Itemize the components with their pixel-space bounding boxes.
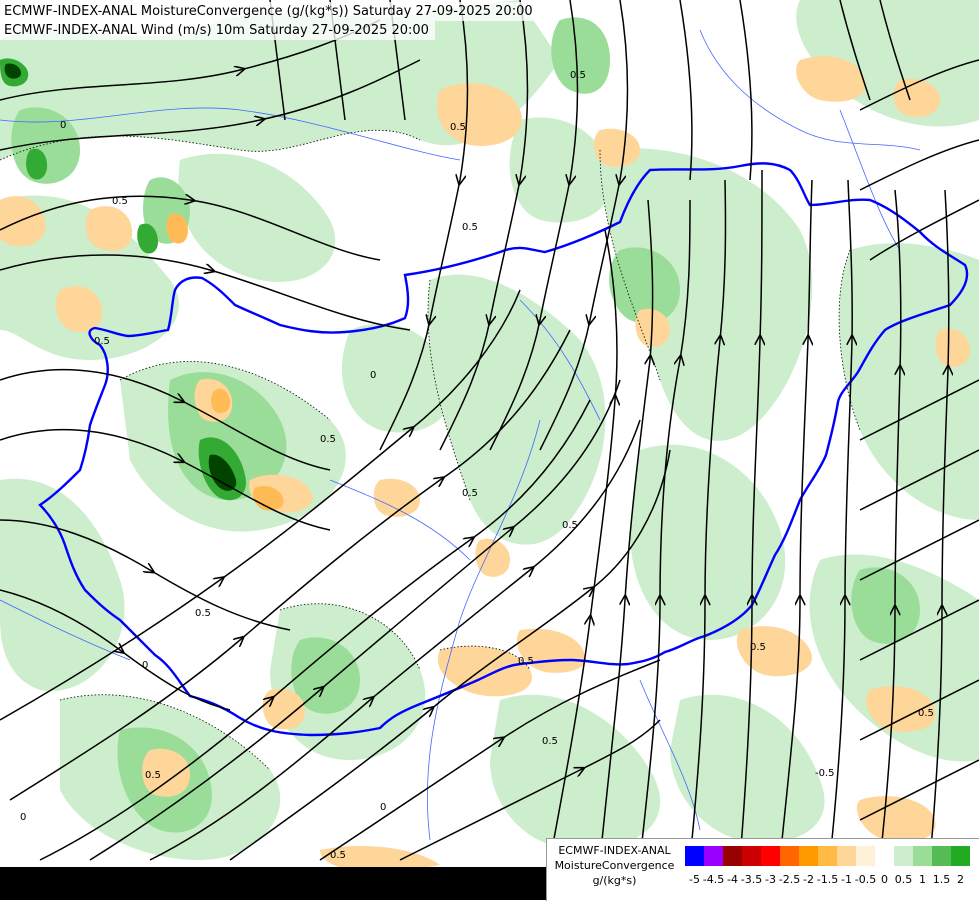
- legend-swatch: [780, 846, 799, 866]
- legend-title: ECMWF-INDEX-ANAL MoistureConvergence g/(…: [547, 843, 682, 888]
- legend-tick-label: 1.5: [932, 873, 951, 886]
- legend-model: ECMWF-INDEX-ANAL: [558, 844, 671, 857]
- legend-tick-label: 0.5: [894, 873, 913, 886]
- legend-swatch: [856, 846, 875, 866]
- contour-label: 0: [60, 120, 66, 131]
- legend-swatch: [894, 846, 913, 866]
- legend-swatch: [704, 846, 723, 866]
- legend-swatch: [685, 846, 704, 866]
- contour-label: 0.5: [320, 434, 336, 445]
- legend-tick-label: -1: [841, 873, 852, 886]
- legend-swatch: [761, 846, 780, 866]
- legend-tick-labels: -5 -4.5 -4 -3.5 -3 -2.5 -2 -1.5 -1 -0.5 0 0.5 1 1.5 2: [685, 873, 975, 887]
- contour-label: 0.5: [112, 196, 128, 207]
- legend-color-bar: [685, 846, 970, 866]
- contour-label: 0.5: [918, 708, 934, 719]
- legend-swatch: [875, 846, 894, 866]
- legend-unit: g/(kg*s): [592, 874, 637, 887]
- contour-label: 0: [20, 812, 26, 823]
- legend-tick-label: -3: [765, 873, 776, 886]
- contour-label: 0.5: [518, 656, 534, 667]
- legend-tick-label: 1: [919, 873, 926, 886]
- legend-swatch: [818, 846, 837, 866]
- legend-tick-label: 2: [957, 873, 964, 886]
- contour-label: 0.5: [462, 488, 478, 499]
- contour-label: 0.5: [750, 642, 766, 653]
- contour-label: 0.5: [462, 222, 478, 233]
- map-title-moisture-convergence: ECMWF-INDEX-ANAL MoistureConvergence (g/…: [0, 2, 539, 21]
- legend-swatch: [799, 846, 818, 866]
- contour-label: 0.5: [570, 70, 586, 81]
- contour-label: 0: [142, 660, 148, 671]
- legend-tick-label: -5: [689, 873, 700, 886]
- legend-swatch: [913, 846, 932, 866]
- legend-tick-label: -4.5: [702, 873, 725, 886]
- contour-label: 0.5: [94, 336, 110, 347]
- legend-tick-label: 0: [881, 873, 888, 886]
- legend-swatch: [951, 846, 970, 866]
- bottom-black-band: [0, 867, 546, 900]
- contour-label: 0: [380, 802, 386, 813]
- map-title-wind: ECMWF-INDEX-ANAL Wind (m/s) 10m Saturday…: [0, 21, 435, 40]
- contour-label: 0: [370, 370, 376, 381]
- legend-tick-label: -4: [727, 873, 738, 886]
- legend-tick-label: -2: [803, 873, 814, 886]
- legend-tick-label: -1.5: [816, 873, 839, 886]
- contour-label: 0.5: [195, 608, 211, 619]
- contour-label: -0.5: [815, 768, 835, 779]
- legend-swatch: [932, 846, 951, 866]
- legend-tick-label: -0.5: [854, 873, 877, 886]
- contour-label: 0.5: [145, 770, 161, 781]
- legend-swatch: [723, 846, 742, 866]
- contour-label: 0.5: [542, 736, 558, 747]
- legend-parameter: MoistureConvergence: [554, 859, 675, 872]
- legend-tick-label: -2.5: [778, 873, 801, 886]
- legend-tick-label: -3.5: [740, 873, 763, 886]
- weather-map: 0.5 0.5 0 0.5 0.5 0.5 0.5 0 0.5 0.5 0.5 …: [0, 0, 979, 900]
- contour-label: 0.5: [330, 850, 346, 861]
- legend-swatch: [837, 846, 856, 866]
- color-legend: ECMWF-INDEX-ANAL MoistureConvergence g/(…: [546, 838, 979, 901]
- contour-label: 0.5: [562, 520, 578, 531]
- legend-swatch: [742, 846, 761, 866]
- contour-label: 0.5: [450, 122, 466, 133]
